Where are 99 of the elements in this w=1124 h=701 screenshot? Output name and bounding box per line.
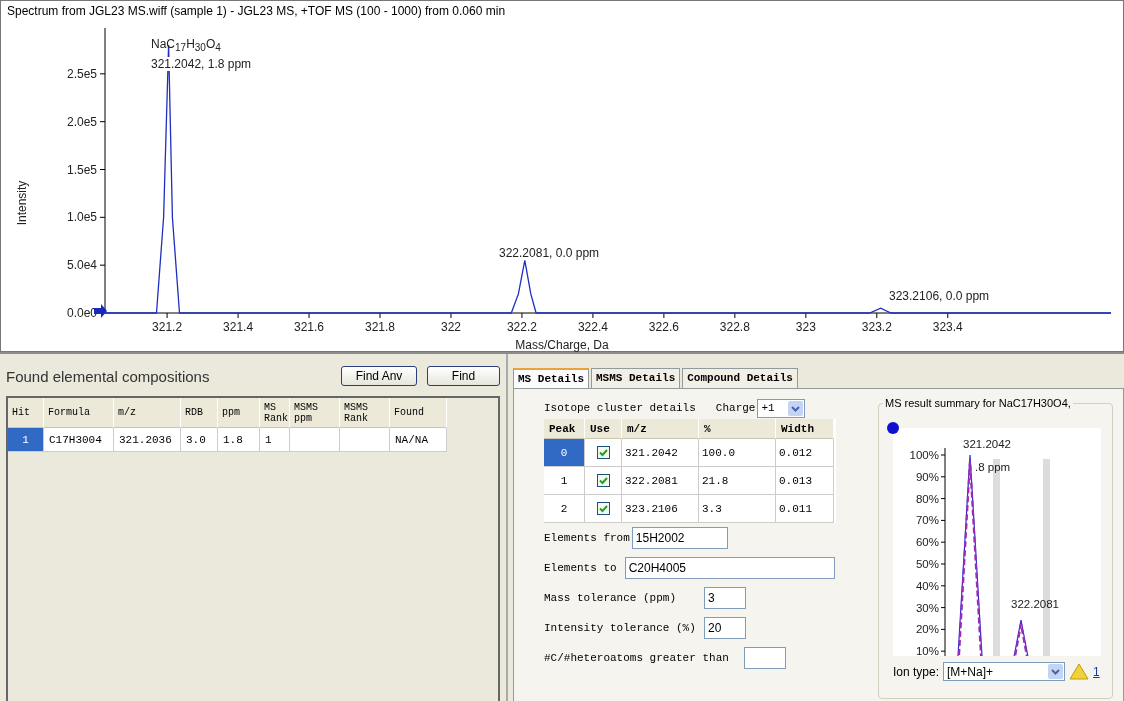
input-field[interactable] [744,647,786,669]
field-label: Intensity tolerance (%) [544,622,697,634]
table-cell: 3.3 [699,495,776,523]
table-cell: 0.012 [776,439,834,467]
table-cell: 321.2042 [622,439,699,467]
panel-title: Found elemental compositions [6,367,211,385]
peak-label: .8 ppm [975,461,1011,473]
column-header[interactable]: % [699,419,776,439]
x-tick-label: 321.2 [152,320,183,334]
y-tick-label: 80% [915,492,939,505]
y-tick-label: 5.0e4 [66,258,97,273]
ion-type-label: Ion type: [893,664,940,679]
y-tick-label: 40% [915,579,939,592]
column-header[interactable]: RDB [181,398,218,428]
x-tick-label: 321.6 [294,320,325,334]
tab[interactable]: MS Details [513,368,589,390]
input-field[interactable]: C20H4005 [624,557,835,579]
dot-icon[interactable] [887,422,899,434]
field-label: Elements to [544,562,617,574]
column-header[interactable]: Use [585,419,622,439]
peak-label: 321.2042, 1.8 ppm [151,57,252,71]
x-tick-label: 321.4 [223,320,254,334]
table-cell: 1.8 [218,428,260,452]
table-cell: 3.0 [181,428,218,452]
x-tick-label: 322.2 [506,320,537,334]
charge-label: Charge [715,402,756,414]
peak-label: 321.2042 [963,438,1011,450]
table-cell: 1 [8,428,44,452]
table-cell [340,428,390,452]
x-tick-label: 323.2 [861,320,892,334]
field-label: #C/#heteroatoms greater than [544,652,730,664]
checkbox[interactable] [596,502,610,515]
y-tick-label: 50% [915,558,939,570]
table-cell: 100.0 [699,439,776,467]
tab[interactable]: Compound Details [682,368,798,388]
column-header[interactable]: Peak [544,419,585,439]
column-header[interactable]: ppm [218,398,260,428]
table-cell: 322.2081 [622,467,699,495]
column-header[interactable]: m/z [622,419,699,439]
y-tick-label: 100% [909,449,939,461]
input-field[interactable]: 20 [704,617,746,639]
table-cell [290,428,340,452]
column-header[interactable]: Width [776,419,834,439]
y-tick-label: 10% [915,645,939,656]
peak-label: 322.2081 [1011,598,1059,610]
y-tick-label: 2.0e5 [66,114,97,129]
table-cell: 0.011 [776,495,834,523]
find-button[interactable]: Find [427,366,500,386]
table-cell: 0 [544,439,585,467]
x-axis-title: Mass/Charge, Da [515,338,609,352]
field-label: Mass tolerance (ppm) [544,592,678,604]
y-tick-label: 1.5e5 [66,162,97,177]
x-tick-label: 322.8 [719,320,750,334]
table-cell: 321.2036 [114,428,181,452]
table-cell: 1 [260,428,290,452]
column-header[interactable]: MSMS Rank [340,398,390,428]
input-field[interactable]: 3 [704,587,746,609]
charge-dropdown[interactable]: +1 [757,398,806,418]
column-header[interactable]: Found [390,398,447,428]
column-header[interactable]: MSMS ppm [290,398,340,428]
column-header[interactable]: MS Rank [260,398,290,428]
y-tick-label: 90% [915,470,939,483]
x-tick-label: 323.4 [932,320,963,334]
ion-type-dropdown[interactable]: [M+Na]+ [943,662,1066,681]
table-cell: 21.8 [699,467,776,495]
table-cell: C17H3004 [44,428,114,452]
y-tick-label: 2.5e5 [66,66,97,81]
peak-label: NaC$_{17}$H$_{30}$O$_{4}$ [151,37,221,56]
x-tick-label: 323 [795,320,816,334]
section-label: Isotope cluster details [544,402,696,414]
checkbox[interactable] [596,446,610,459]
x-tick-label: 321.8 [365,320,395,334]
peak-label: 323.2106, 0.0 ppm [889,289,990,303]
table-cell: NA/NA [390,428,447,452]
column-header[interactable]: m/z [114,398,181,428]
x-tick-label: 322.4 [577,320,608,334]
input-field[interactable]: 15H2002 [631,527,728,549]
field-label: Elements from [544,532,630,544]
y-axis-title: Intensity [15,180,29,226]
y-tick-label: 20% [915,623,939,636]
peak-label: 322.2081, 0.0 ppm [499,246,600,260]
tab[interactable]: MSMS Details [591,368,681,388]
spectrum-title: Spectrum from JGL23 MS.wiff (sample 1) - JGL23 MS, +TOF MS (100 - 1000) from 0.060 min [6,3,507,18]
x-tick-label: 322.6 [648,320,679,334]
table-cell: 323.2106 [622,495,699,523]
group-title: MS result summary for NaC17H30O4, [883,397,1073,409]
table-cell: 2 [544,495,585,523]
y-tick-label: 70% [915,514,939,527]
table-cell: 1 [544,467,585,495]
y-tick-label: 60% [915,536,939,549]
find-button[interactable]: Find Anv [341,366,417,386]
checkbox[interactable] [596,474,610,487]
table-cell: 0.013 [776,467,834,495]
column-header[interactable]: Formula [44,398,114,428]
column-header[interactable]: Hit [8,398,44,428]
y-tick-label: 1.0e5 [66,210,97,225]
y-tick-label: 30% [915,601,939,614]
link[interactable]: 1 [1093,664,1100,679]
x-tick-label: 322 [440,320,461,334]
